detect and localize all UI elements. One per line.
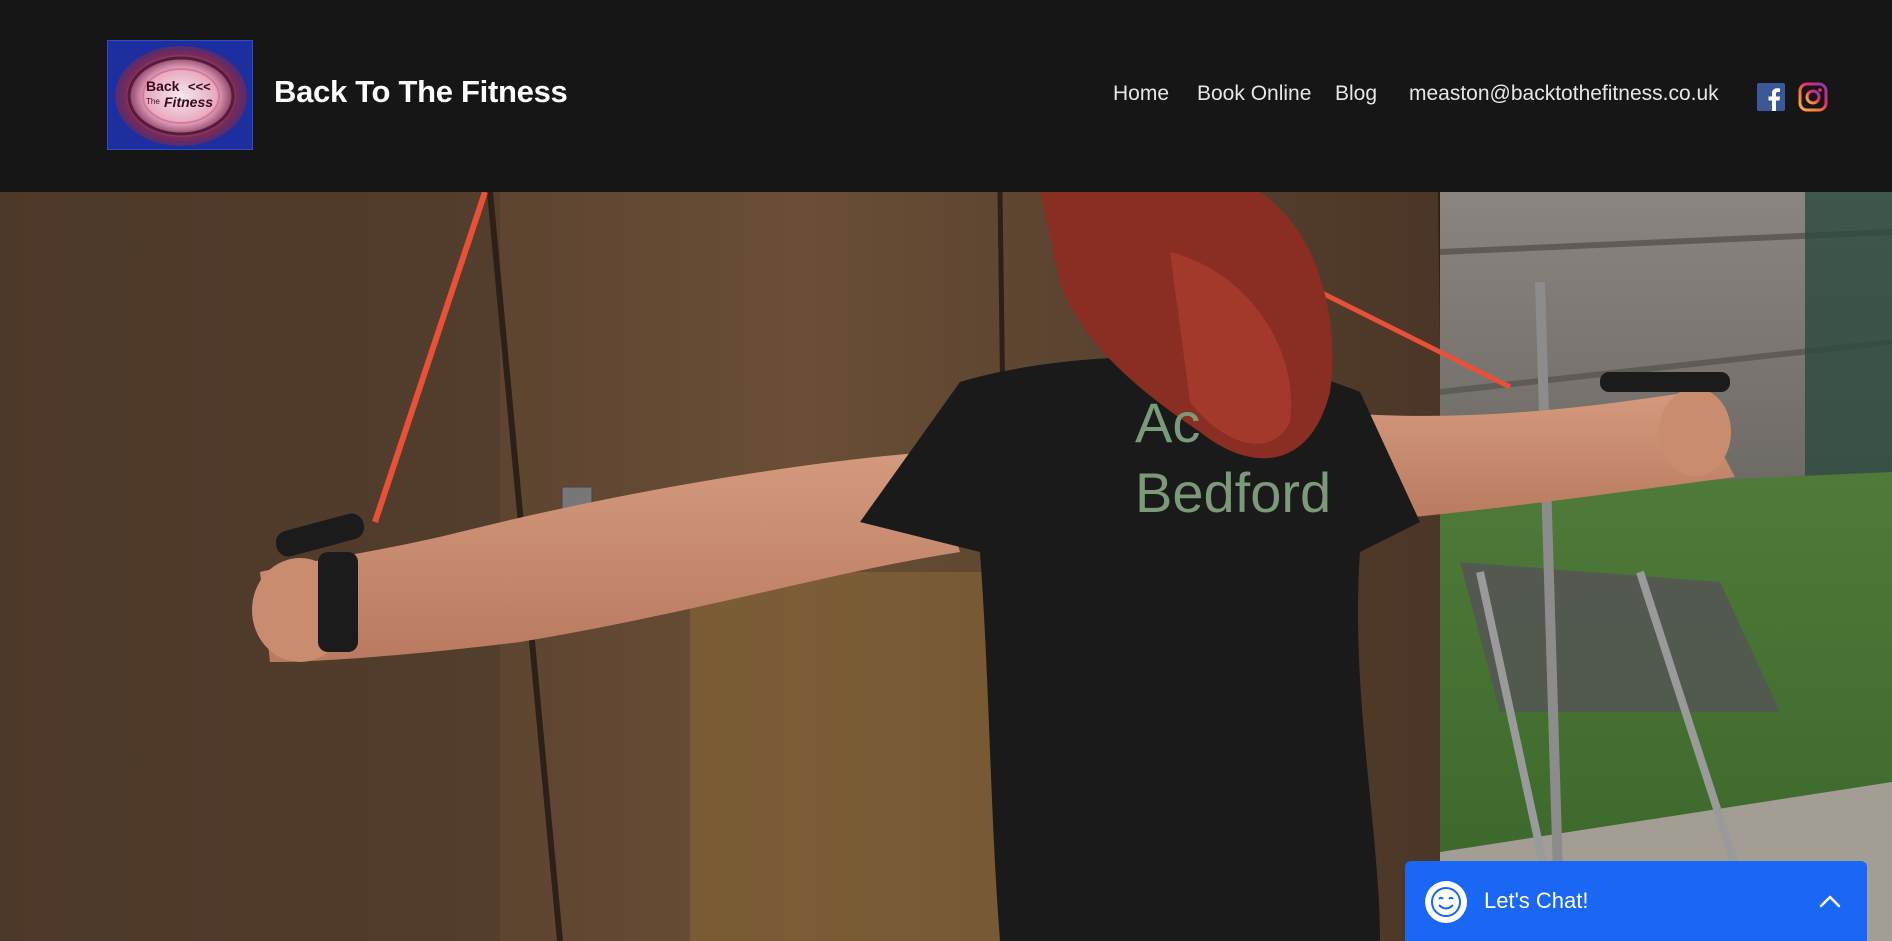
shirt-text-line2: Bedford bbox=[1135, 461, 1331, 524]
nav-item-blog[interactable]: Blog bbox=[1335, 82, 1377, 106]
instagram-icon[interactable] bbox=[1798, 82, 1828, 112]
facebook-icon[interactable] bbox=[1757, 83, 1785, 111]
smiley-icon bbox=[1425, 881, 1467, 923]
nav-email-link[interactable]: measton@backtothefitness.co.uk bbox=[1409, 82, 1719, 106]
site-header: Back <<< The Fitness Back To The Fitness… bbox=[0, 0, 1892, 192]
nav-item-home[interactable]: Home bbox=[1113, 82, 1169, 106]
chat-widget[interactable]: Let's Chat! bbox=[1405, 861, 1867, 941]
chat-label: Let's Chat! bbox=[1484, 888, 1589, 913]
shirt-text-line1: Ac bbox=[1135, 391, 1200, 454]
main-nav: Home Book Online Blog measton@backtothef… bbox=[0, 82, 1892, 112]
nav-item-book-online[interactable]: Book Online bbox=[1197, 82, 1311, 106]
hero-image: Ac Bedford bbox=[0, 192, 1892, 941]
chevron-up-icon[interactable] bbox=[1817, 889, 1843, 915]
hero-photo: Ac Bedford bbox=[0, 192, 1892, 941]
